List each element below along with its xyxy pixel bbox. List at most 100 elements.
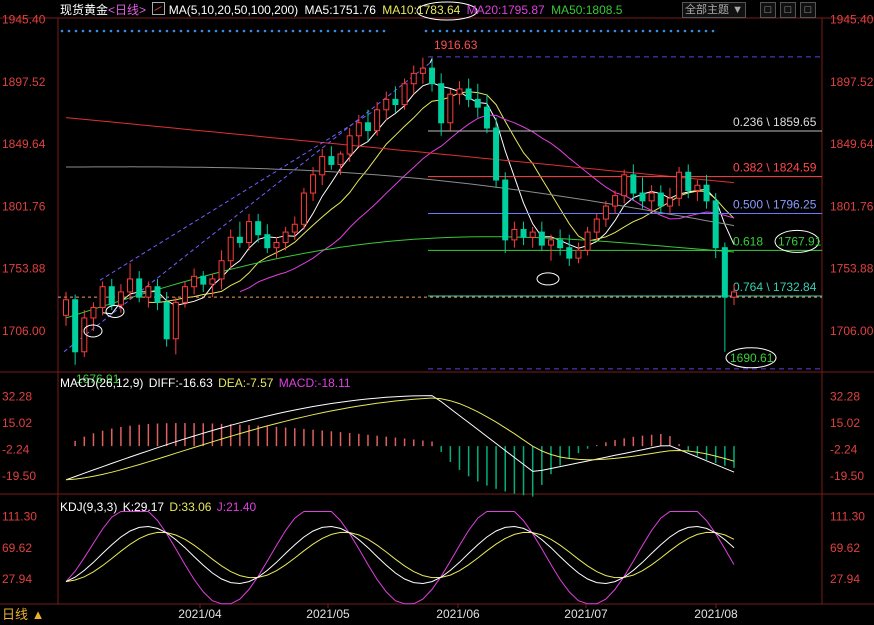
recent-low-annotation: 1690.61 — [730, 351, 774, 365]
candle-body — [511, 228, 518, 241]
signal-dot — [242, 29, 246, 33]
candle-body — [209, 278, 216, 285]
candle-body — [264, 234, 271, 249]
macd-y-tick-left: -19.50 — [2, 469, 36, 483]
candle-body — [520, 228, 527, 238]
signal-dot — [326, 29, 330, 33]
x-tick-label: 2021/06 — [436, 607, 480, 621]
fib-618-value: 1767.91 — [778, 234, 822, 248]
signal-dot — [95, 29, 99, 33]
signal-dot — [137, 29, 141, 33]
header-bar: 现货黄金<日线> MA(5,10,20,50,100,200) MA5:1751… — [60, 2, 622, 18]
window-button-1[interactable]: □ — [760, 2, 776, 18]
x-tick-label: 2021/07 — [564, 607, 608, 621]
y-tick-left: 1849.64 — [2, 137, 46, 151]
fib-label: 0.236 \ 1859.65 — [733, 115, 817, 129]
instrument-name: 现货黄金 — [60, 3, 109, 17]
ma-indicator-label[interactable]: MA(5,10,20,50,100,200) — [169, 3, 298, 17]
period-text: 日线 — [115, 3, 140, 17]
signal-dot — [459, 29, 463, 33]
signal-dot — [172, 29, 176, 33]
window-button-3[interactable]: □ — [800, 2, 816, 18]
candle-body — [630, 174, 637, 194]
candle-body — [438, 83, 445, 124]
signal-dot — [522, 29, 526, 33]
signal-dot — [200, 29, 204, 33]
signal-dot — [564, 29, 568, 33]
candle-body — [145, 286, 152, 298]
signal-dot — [501, 29, 505, 33]
macd-y-tick-right: -2.24 — [830, 443, 858, 457]
y-tick-left: 1706.00 — [2, 324, 46, 338]
candle-body — [364, 122, 371, 132]
signal-dot — [116, 29, 120, 33]
kdj-j: J:21.40 — [216, 500, 257, 514]
candle-body — [612, 195, 619, 207]
signal-dot — [312, 29, 316, 33]
x-tick-label: 2021/05 — [306, 607, 350, 621]
candle-body — [346, 135, 353, 155]
kdj-y-tick-right: 69.62 — [830, 541, 860, 555]
macd-label[interactable]: MACD(26,12,9) — [60, 376, 143, 390]
theme-button[interactable]: 全部主题 ▼ — [682, 2, 746, 18]
macd-y-tick-right: -19.50 — [830, 469, 864, 483]
candle-body — [410, 72, 417, 85]
signal-dot — [529, 29, 533, 33]
signal-dot — [438, 29, 442, 33]
y-tick-left: 1801.76 — [2, 199, 46, 213]
candle-body — [666, 197, 673, 207]
candle-body — [181, 286, 188, 303]
signal-dot — [382, 29, 386, 33]
kdj-label[interactable]: KDJ(9,3,3) — [60, 500, 117, 514]
candle-body — [273, 241, 280, 249]
signal-dot — [655, 29, 659, 33]
candle-body — [236, 236, 243, 243]
period-label[interactable]: <日线> — [108, 3, 146, 17]
chart-canvas[interactable]: 1945.40 1945.40 1897.52 1897.52 1849.64 1849.… — [0, 0, 874, 625]
candle-body — [227, 236, 234, 262]
period-switch-button[interactable]: 日线 ▲ — [2, 607, 44, 623]
candle-body — [621, 174, 628, 197]
signal-dot — [592, 29, 596, 33]
candle-body — [90, 307, 97, 319]
signal-dot — [256, 29, 260, 33]
candle-body — [108, 286, 115, 306]
candle-body — [456, 88, 463, 95]
candle-body — [419, 67, 426, 74]
macd-y-tick-right: 32.28 — [830, 390, 860, 404]
signal-dot — [102, 29, 106, 33]
candle-body — [657, 192, 664, 207]
window-button-2[interactable]: □ — [780, 2, 796, 18]
candle-body — [282, 231, 289, 243]
candle-body — [547, 239, 554, 246]
candle-body — [117, 291, 124, 306]
candle-body — [392, 98, 399, 106]
signal-dot — [74, 29, 78, 33]
macd-value: MACD:-18.11 — [278, 376, 351, 390]
candle-body — [602, 205, 609, 220]
background — [0, 0, 874, 625]
signal-dot — [347, 29, 351, 33]
fib-label: 0.500 \ 1796.25 — [733, 198, 817, 212]
signal-dot — [508, 29, 512, 33]
candle-body — [575, 249, 582, 259]
candle-body — [218, 260, 225, 280]
candle-body — [310, 174, 317, 194]
kdj-header: KDJ(9,3,3) K:29.17 D:33.06 J:21.40 — [60, 499, 256, 515]
y-tick-left: 1897.52 — [2, 75, 46, 89]
macd-dea: DEA:-7.57 — [218, 376, 274, 390]
signal-dot — [158, 29, 162, 33]
candle-body — [99, 286, 106, 309]
signal-dot — [662, 29, 666, 33]
kdj-y-tick-left: 69.62 — [2, 541, 32, 555]
signal-dot — [445, 29, 449, 33]
macd-y-tick-left: -2.24 — [2, 443, 30, 457]
candle-body — [355, 122, 362, 137]
macd-y-tick-right: 15.02 — [830, 416, 860, 430]
signal-dot — [683, 29, 687, 33]
candle-body — [72, 299, 79, 353]
kdj-y-tick-left: 111.30 — [2, 510, 37, 524]
y-tick-left: 1945.40 — [2, 12, 46, 26]
signal-dot — [179, 29, 183, 33]
candle-body — [538, 231, 545, 246]
